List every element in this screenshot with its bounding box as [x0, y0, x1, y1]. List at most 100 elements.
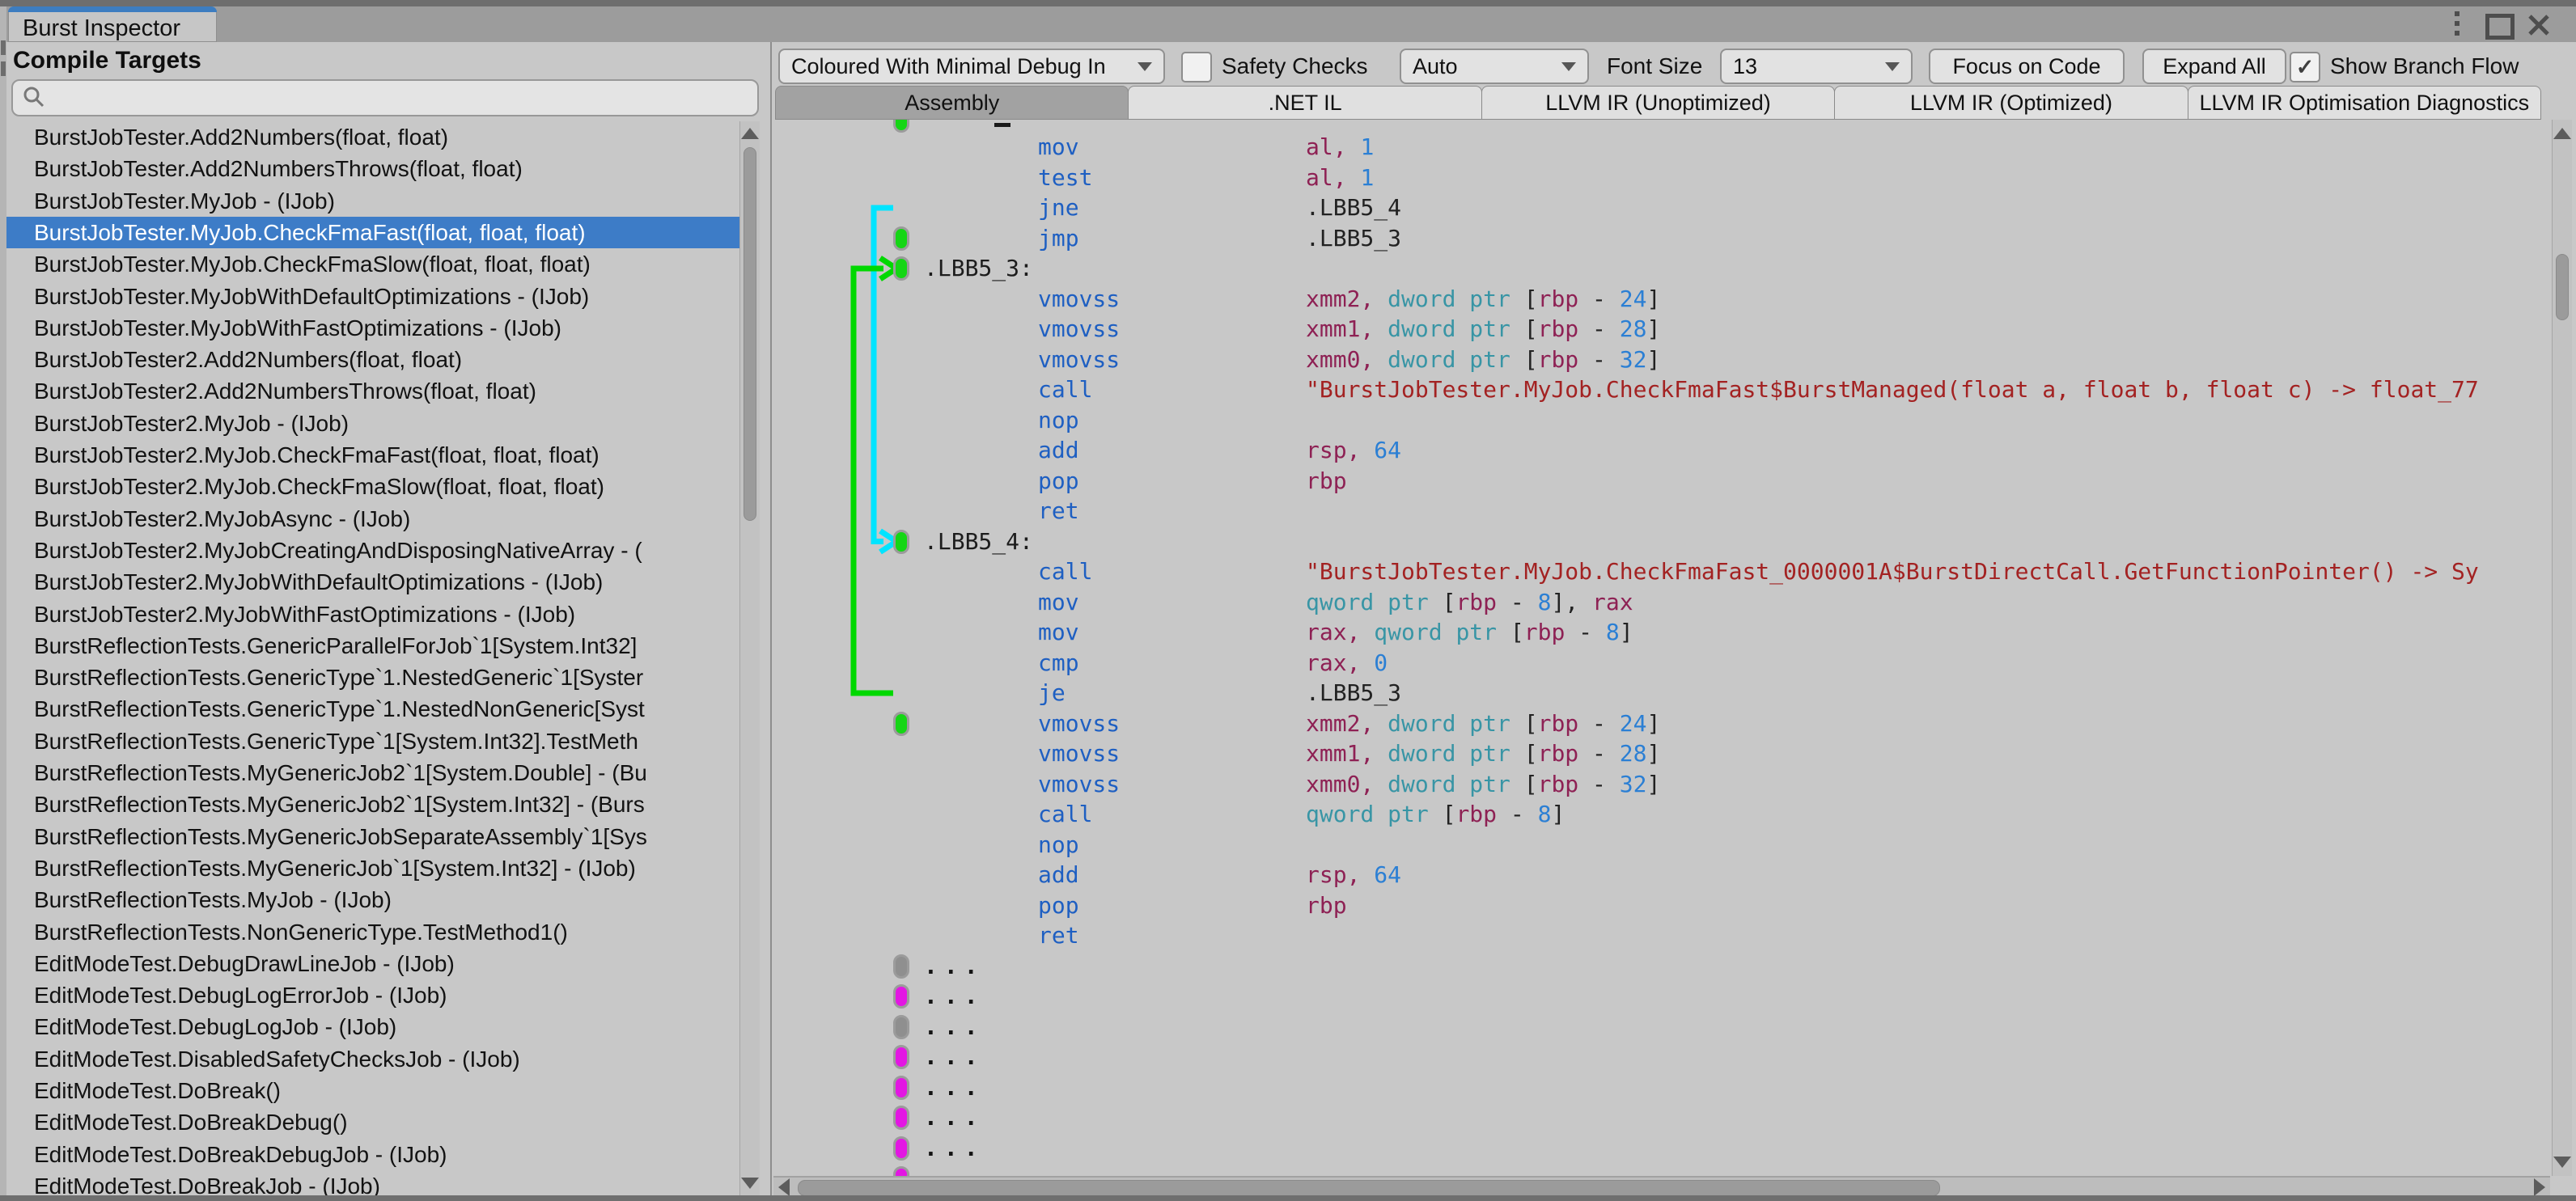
- compile-targets-list[interactable]: BurstJobTester.Add2Numbers(float, float)…: [6, 121, 741, 1195]
- font-size-label: Font Size: [1607, 53, 1703, 78]
- target-dropdown[interactable]: Auto: [1400, 49, 1589, 84]
- list-item[interactable]: BurstReflectionTests.MyGenericJobSeparat…: [6, 821, 741, 852]
- code-line: add rsp, 64: [1038, 861, 1402, 889]
- clipped-line-artifact: [994, 123, 1010, 127]
- scroll-right-arrow[interactable]: [2534, 1178, 2545, 1196]
- maximize-icon[interactable]: [2485, 14, 2515, 40]
- show-branch-flow-label: Show Branch Flow: [2330, 53, 2519, 78]
- block-marker: [893, 256, 909, 281]
- scroll-down-arrow[interactable]: [2553, 1157, 2571, 1168]
- list-item[interactable]: BurstReflectionTests.NonGenericType.Test…: [6, 916, 741, 948]
- assembly-code-view[interactable]: mov al, 1 test al, 1 jne .LBB5_4 jmp .LBB5_3 .LB…: [772, 120, 2552, 1176]
- list-item[interactable]: BurstJobTester.MyJob.CheckFmaSlow(float,…: [6, 248, 741, 280]
- code-line: ...: [772, 1163, 2552, 1176]
- list-item[interactable]: BurstJobTester2.Add2NumbersThrows(float,…: [6, 375, 741, 407]
- tab-assembly[interactable]: Assembly: [775, 86, 1129, 120]
- code-line: mov al, 1: [1038, 133, 1375, 161]
- code-line: vmovss xmm1, dword ptr [rbp - 28]: [1038, 740, 1661, 768]
- show-branch-flow-checkbox[interactable]: ✓: [2290, 52, 2320, 82]
- list-item[interactable]: BurstJobTester2.MyJobWithFastOptimizatio…: [6, 598, 741, 630]
- list-item[interactable]: BurstReflectionTests.MyJob - (IJob): [6, 884, 741, 916]
- chevron-down-icon: [1885, 61, 1900, 71]
- block-marker: [893, 1135, 909, 1161]
- code-line: ...: [924, 952, 985, 979]
- tab-llvm-ir-unoptimized-[interactable]: LLVM IR (Unoptimized): [1481, 86, 1836, 120]
- code-line: jmp .LBB5_3: [1038, 224, 1402, 252]
- list-item[interactable]: EditModeTest.DebugLogErrorJob - (IJob): [6, 979, 741, 1011]
- list-item[interactable]: EditModeTest.DoBreakJob - (IJob): [6, 1170, 741, 1195]
- list-scroll-thumb[interactable]: [744, 147, 756, 521]
- scroll-up-arrow[interactable]: [2553, 128, 2571, 139]
- list-item[interactable]: BurstJobTester2.MyJob.CheckFmaSlow(float…: [6, 471, 741, 502]
- list-item[interactable]: BurstJobTester2.MyJobWithDefaultOptimiza…: [6, 566, 741, 598]
- code-view-dropdown[interactable]: Coloured With Minimal Debug In: [778, 49, 1165, 84]
- code-line: add rsp, 64: [1038, 437, 1402, 464]
- code-line: ...: [924, 1013, 985, 1040]
- code-vertical-scrollbar[interactable]: [2552, 120, 2572, 1176]
- list-item[interactable]: BurstJobTester2.MyJobCreatingAndDisposin…: [6, 535, 741, 566]
- list-item[interactable]: BurstJobTester.MyJob.CheckFmaFast(float,…: [6, 216, 741, 249]
- code-line: ret: [1038, 497, 1079, 525]
- list-item[interactable]: EditModeTest.DisabledSafetyChecksJob - (…: [6, 1043, 741, 1075]
- font-size-dropdown[interactable]: 13: [1720, 49, 1913, 84]
- compile-targets-panel: Compile Targets BurstJobTester.Add2Numbe…: [6, 42, 772, 1195]
- code-line: nop: [1038, 831, 1079, 858]
- list-item[interactable]: BurstJobTester.Add2Numbers(float, float): [6, 121, 741, 153]
- code-line: .LBB5_3:: [924, 255, 1033, 282]
- focus-on-code-button[interactable]: Focus on Code: [1929, 49, 2125, 84]
- list-item[interactable]: BurstJobTester2.MyJobAsync - (IJob): [6, 503, 741, 535]
- block-marker: [893, 984, 909, 1009]
- window-left-edge: [0, 6, 6, 1201]
- expand-all-button[interactable]: Expand All: [2142, 49, 2286, 84]
- menu-icon[interactable]: [2455, 11, 2459, 36]
- code-hscroll-thumb[interactable]: [798, 1180, 1940, 1196]
- list-item[interactable]: BurstReflectionTests.MyGenericJob`1[Syst…: [6, 852, 741, 884]
- code-line: .LBB5_4:: [924, 527, 1033, 555]
- code-scroll-thumb[interactable]: [2556, 254, 2569, 320]
- list-item[interactable]: BurstReflectionTests.GenericType`1.Neste…: [6, 662, 741, 693]
- clipped-block-marker: [893, 120, 909, 133]
- code-line: call qword ptr [rbp - 8]: [1038, 801, 1566, 828]
- window-tab-burst-inspector[interactable]: Burst Inspector: [8, 6, 217, 42]
- close-icon[interactable]: [2527, 13, 2550, 37]
- list-item[interactable]: BurstJobTester.MyJob - (IJob): [6, 185, 741, 217]
- search-box[interactable]: [11, 79, 759, 116]
- code-line: vmovss xmm1, dword ptr [rbp - 28]: [1038, 315, 1661, 343]
- search-input[interactable]: [53, 84, 757, 112]
- code-line: vmovss xmm0, dword ptr [rbp - 32]: [1038, 770, 1661, 797]
- list-item[interactable]: BurstReflectionTests.MyGenericJob2`1[Sys…: [6, 789, 741, 820]
- list-item[interactable]: EditModeTest.DoBreakDebugJob - (IJob): [6, 1139, 741, 1170]
- list-item[interactable]: EditModeTest.DebugLogJob - (IJob): [6, 1011, 741, 1042]
- code-horizontal-scrollbar[interactable]: [773, 1176, 2550, 1197]
- list-item[interactable]: EditModeTest.DoBreak(): [6, 1075, 741, 1106]
- tab--net-il[interactable]: .NET IL: [1128, 86, 1482, 120]
- code-line: ...: [924, 1104, 985, 1131]
- safety-checks-checkbox[interactable]: [1181, 52, 1212, 82]
- tab-llvm-ir-optimized-[interactable]: LLVM IR (Optimized): [1834, 86, 2188, 120]
- list-vertical-scrollbar[interactable]: [739, 121, 760, 1195]
- tab-llvm-ir-optimisation-diagnostics[interactable]: LLVM IR Optimisation Diagnostics: [2187, 86, 2542, 120]
- list-item[interactable]: BurstJobTester2.MyJob.CheckFmaFast(float…: [6, 439, 741, 471]
- code-panel: Coloured With Minimal Debug In Safety Ch…: [770, 42, 2576, 1197]
- list-item[interactable]: BurstJobTester2.MyJob - (IJob): [6, 408, 741, 439]
- list-item[interactable]: BurstJobTester2.Add2Numbers(float, float…: [6, 344, 741, 375]
- title-bar: [0, 6, 2576, 42]
- list-item[interactable]: BurstReflectionTests.GenericParallelForJ…: [6, 630, 741, 662]
- list-item[interactable]: BurstJobTester.Add2NumbersThrows(float, …: [6, 153, 741, 184]
- list-item[interactable]: BurstJobTester.MyJobWithDefaultOptimizat…: [6, 281, 741, 312]
- scroll-left-arrow[interactable]: [778, 1178, 790, 1196]
- list-item[interactable]: BurstReflectionTests.GenericType`1[Syste…: [6, 725, 741, 757]
- scroll-up-arrow[interactable]: [741, 128, 759, 139]
- list-item[interactable]: BurstReflectionTests.GenericType`1.Neste…: [6, 693, 741, 725]
- block-marker: [893, 711, 909, 736]
- block-marker: [893, 1045, 909, 1069]
- list-item[interactable]: EditModeTest.DoBreakDebug(): [6, 1106, 741, 1138]
- scroll-down-arrow[interactable]: [741, 1178, 759, 1189]
- code-line: pop rbp: [1038, 891, 1347, 919]
- block-marker: [893, 1014, 909, 1039]
- list-item[interactable]: EditModeTest.DebugDrawLineJob - (IJob): [6, 948, 741, 979]
- block-marker: [893, 1075, 909, 1100]
- code-line: vmovss xmm0, dword ptr [rbp - 32]: [1038, 345, 1661, 373]
- list-item[interactable]: BurstJobTester.MyJobWithFastOptimization…: [6, 312, 741, 344]
- list-item[interactable]: BurstReflectionTests.MyGenericJob2`1[Sys…: [6, 757, 741, 789]
